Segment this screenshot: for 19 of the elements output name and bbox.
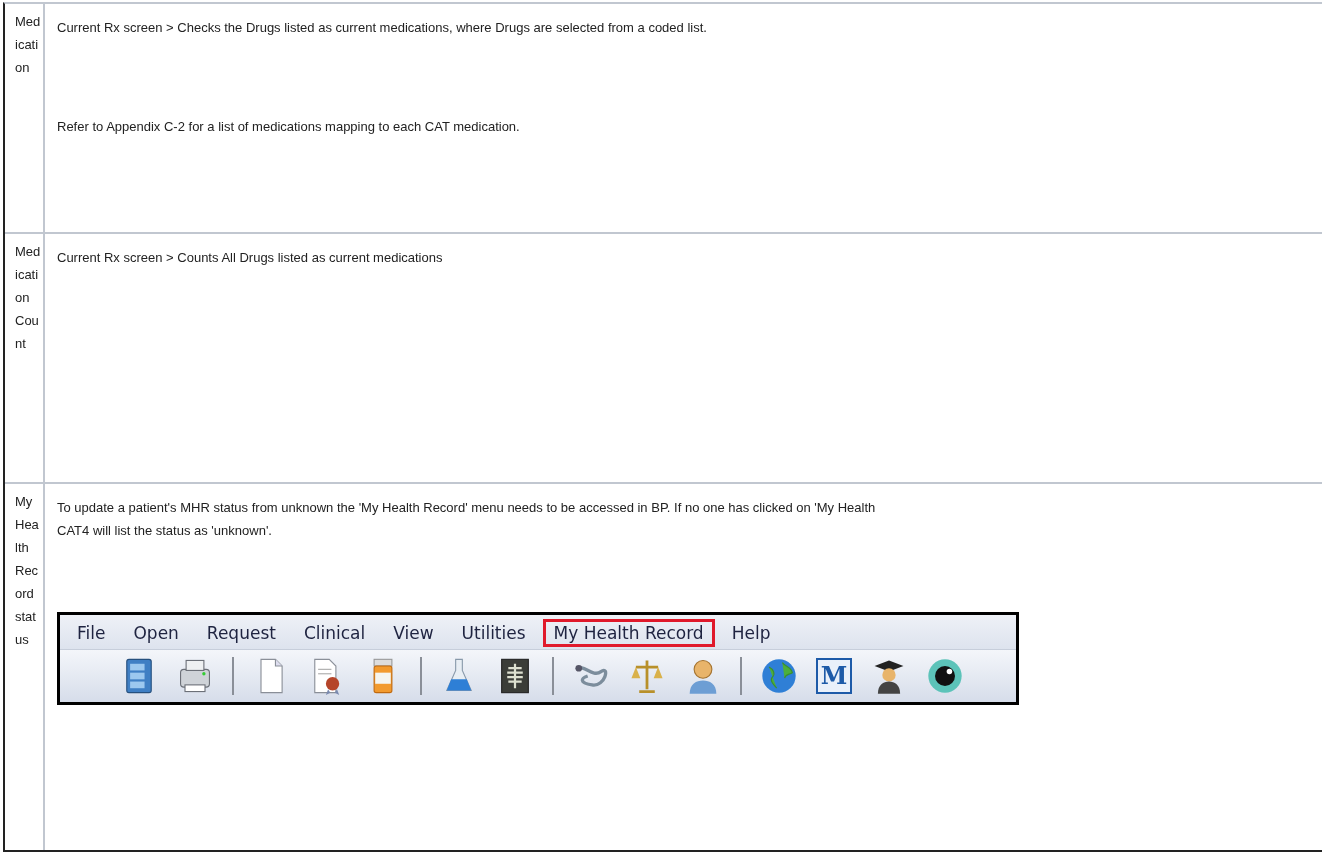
menu-item[interactable]: View <box>382 619 445 647</box>
description-text: Current Rx screen > Counts All Drugs listed as current medications <box>57 249 444 267</box>
letter-logo-icon[interactable]: M <box>816 658 852 694</box>
menu-item[interactable]: File <box>66 619 117 647</box>
menu-item[interactable]: My Health Record <box>542 619 715 647</box>
description-text: Refer to Appendix C-2 for a list of medications mapping to each CAT medication. <box>57 118 521 136</box>
menu-item[interactable]: Request <box>195 619 287 647</box>
description-text: To update a patient's MHR status from unknown the 'My Health Record' menu needs to be accessed in BP. If no one has clicked on 'My Health <box>57 499 877 517</box>
row-heading: Medication Count <box>15 243 41 353</box>
globe-icon[interactable] <box>760 656 798 696</box>
description-text: CAT4 will list the status as 'unknown'. <box>57 522 273 540</box>
eye-icon[interactable] <box>926 656 964 696</box>
row-heading: Medication <box>15 13 41 77</box>
row-heading: My Health Record status <box>15 493 40 649</box>
menu-item[interactable]: Open <box>122 619 190 647</box>
description-text: Current Rx screen > Checks the Drugs listed as current medications, where Drugs are selected from a coded list. <box>57 19 708 37</box>
menu-item[interactable]: Utilities <box>450 619 537 647</box>
menu-item[interactable]: Help <box>720 619 782 647</box>
menu-item[interactable]: Clinical <box>292 619 377 647</box>
